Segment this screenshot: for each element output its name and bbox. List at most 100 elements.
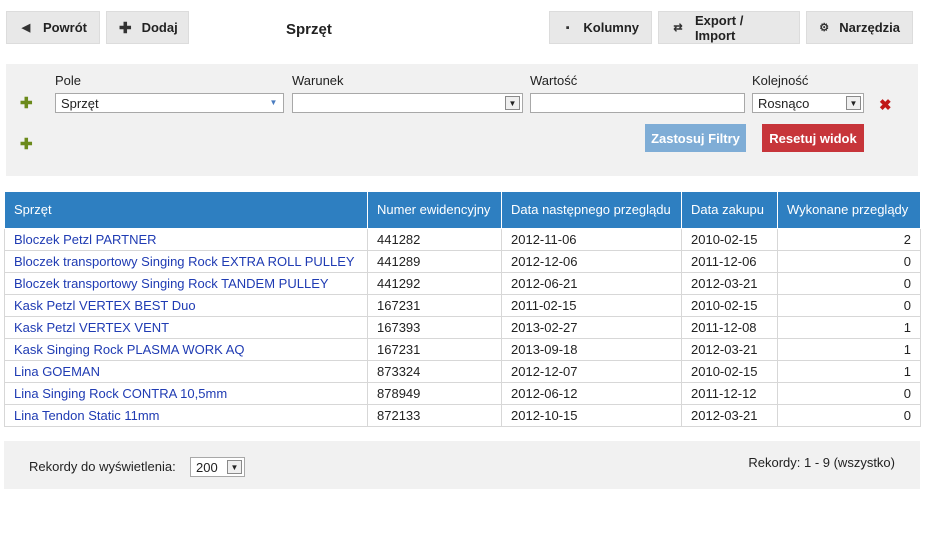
value-input[interactable] (530, 93, 745, 113)
column-header-purchase-date[interactable]: Data zakupu (681, 191, 778, 229)
purchase-date-cell: 2012-03-21 (681, 404, 778, 427)
equipment-link[interactable]: Bloczek transportowy Singing Rock EXTRA … (4, 250, 368, 273)
inspections-count-cell: 0 (777, 294, 921, 317)
records-per-page-label: Rekordy do wyświetlenia: (29, 459, 176, 474)
value-label: Wartość (530, 73, 578, 88)
table-row[interactable]: Bloczek transportowy Singing Rock EXTRA … (4, 250, 921, 273)
next-inspection-cell: 2012-10-15 (501, 404, 682, 427)
next-inspection-cell: 2011-02-15 (501, 294, 682, 317)
equipment-link[interactable]: Lina Singing Rock CONTRA 10,5mm (4, 382, 368, 405)
column-header-inventory-number[interactable]: Numer ewidencyjny (367, 191, 502, 229)
inventory-number-cell: 872133 (367, 404, 502, 427)
order-label: Kolejność (752, 73, 809, 88)
next-inspection-cell: 2013-09-18 (501, 338, 682, 361)
table-row[interactable]: Kask Petzl VERTEX VENT 167393 2013-02-27… (4, 316, 921, 339)
table-row[interactable]: Lina GOEMAN 873324 2012-12-07 2010-02-15… (4, 360, 921, 383)
order-select[interactable]: Rosnąco ▼ (752, 93, 864, 113)
inventory-number-cell: 167231 (367, 338, 502, 361)
inventory-number-cell: 167393 (367, 316, 502, 339)
records-info: Rekordy: 1 - 9 (wszystko) (748, 455, 895, 470)
field-select[interactable]: Sprzęt ▼ (55, 93, 284, 113)
equipment-table: Sprzęt Numer ewidencyjny Data następnego… (4, 191, 921, 427)
chevron-down-icon: ▼ (227, 460, 242, 474)
table-row[interactable]: Lina Tendon Static 11mm 872133 2012-10-1… (4, 404, 921, 427)
table-row[interactable]: Lina Singing Rock CONTRA 10,5mm 878949 2… (4, 382, 921, 405)
field-select-value: Sprzęt (61, 96, 99, 111)
add-filter-icon[interactable]: ✚ (20, 135, 33, 153)
field-label: Pole (55, 73, 82, 88)
tools-label: Narzędzia (839, 20, 900, 35)
purchase-date-cell: 2011-12-06 (681, 250, 778, 273)
condition-select[interactable]: ▼ (292, 93, 523, 113)
plus-icon: ✚ (119, 19, 132, 37)
inspections-count-cell: 0 (777, 404, 921, 427)
inspections-count-cell: 0 (777, 250, 921, 273)
filters-panel: Pole Warunek Wartość Kolejność ✚ Sprzęt … (6, 64, 918, 176)
add-filter-row-icon[interactable]: ✚ (20, 94, 33, 112)
equipment-link[interactable]: Kask Singing Rock PLASMA WORK AQ (4, 338, 368, 361)
tools-button[interactable]: ⚙ Narzędzia (806, 11, 913, 44)
purchase-date-cell: 2012-03-21 (681, 272, 778, 295)
chevron-down-icon: ▼ (269, 98, 278, 107)
back-button[interactable]: ◀ Powrót (6, 11, 100, 44)
purchase-date-cell: 2011-12-12 (681, 382, 778, 405)
inventory-number-cell: 441282 (367, 228, 502, 251)
export-import-button[interactable]: ⇄ Export / Import (658, 11, 800, 44)
inspections-count-cell: 0 (777, 272, 921, 295)
table-row[interactable]: Bloczek Petzl PARTNER 441282 2012-11-06 … (4, 228, 921, 251)
close-icon[interactable]: ✖ (879, 96, 892, 114)
table-row[interactable]: Kask Petzl VERTEX BEST Duo 167231 2011-0… (4, 294, 921, 317)
sync-arrows-icon: ⇄ (673, 22, 683, 34)
column-header-inspections-done[interactable]: Wykonane przeglądy (777, 191, 921, 229)
gear-icon: ⚙ (819, 22, 830, 34)
add-button[interactable]: ✚ Dodaj (106, 11, 189, 44)
triangle-left-icon: ◀ (21, 22, 31, 34)
equipment-link[interactable]: Kask Petzl VERTEX VENT (4, 316, 368, 339)
columns-button[interactable]: ▪ Kolumny (549, 11, 652, 44)
apply-filters-button[interactable]: Zastosuj Filtry (645, 124, 746, 152)
inspections-count-cell: 1 (777, 338, 921, 361)
equipment-link[interactable]: Kask Petzl VERTEX BEST Duo (4, 294, 368, 317)
next-inspection-cell: 2013-02-27 (501, 316, 682, 339)
table-row[interactable]: Kask Singing Rock PLASMA WORK AQ 167231 … (4, 338, 921, 361)
page-title: Sprzęt (286, 21, 332, 38)
records-per-page-select[interactable]: 200 ▼ (190, 457, 245, 477)
add-label: Dodaj (141, 20, 178, 35)
chevron-down-icon: ▼ (505, 96, 520, 110)
chevron-down-icon: ▼ (846, 96, 861, 110)
equipment-link[interactable]: Lina Tendon Static 11mm (4, 404, 368, 427)
table-header-row: Sprzęt Numer ewidencyjny Data następnego… (4, 191, 921, 229)
equipment-link[interactable]: Bloczek transportowy Singing Rock TANDEM… (4, 272, 368, 295)
inspections-count-cell: 1 (777, 316, 921, 339)
inspections-count-cell: 2 (777, 228, 921, 251)
export-label: Export / Import (694, 12, 744, 43)
inventory-number-cell: 441289 (367, 250, 502, 273)
back-label: Powrót (42, 20, 87, 35)
records-per-page-value: 200 (196, 460, 218, 475)
purchase-date-cell: 2012-03-21 (681, 338, 778, 361)
condition-label: Warunek (292, 73, 344, 88)
order-select-value: Rosnąco (758, 96, 810, 111)
inventory-number-cell: 873324 (367, 360, 502, 383)
inventory-number-cell: 441292 (367, 272, 502, 295)
column-header-equipment[interactable]: Sprzęt (4, 191, 368, 229)
inspections-count-cell: 1 (777, 360, 921, 383)
inventory-number-cell: 167231 (367, 294, 502, 317)
equipment-link[interactable]: Bloczek Petzl PARTNER (4, 228, 368, 251)
column-header-next-inspection[interactable]: Data następnego przeglądu (501, 191, 682, 229)
purchase-date-cell: 2010-02-15 (681, 360, 778, 383)
next-inspection-cell: 2012-06-12 (501, 382, 682, 405)
next-inspection-cell: 2012-11-06 (501, 228, 682, 251)
pagination-footer: Rekordy do wyświetlenia: 200 ▼ Rekordy: … (4, 441, 920, 489)
inventory-number-cell: 878949 (367, 382, 502, 405)
inspections-count-cell: 0 (777, 382, 921, 405)
next-inspection-cell: 2012-12-07 (501, 360, 682, 383)
columns-label: Kolumny (583, 20, 639, 35)
equipment-link[interactable]: Lina GOEMAN (4, 360, 368, 383)
reset-view-button[interactable]: Resetuj widok (762, 124, 864, 152)
purchase-date-cell: 2010-02-15 (681, 294, 778, 317)
table-row[interactable]: Bloczek transportowy Singing Rock TANDEM… (4, 272, 921, 295)
columns-icon: ▪ (565, 21, 570, 34)
next-inspection-cell: 2012-12-06 (501, 250, 682, 273)
purchase-date-cell: 2010-02-15 (681, 228, 778, 251)
